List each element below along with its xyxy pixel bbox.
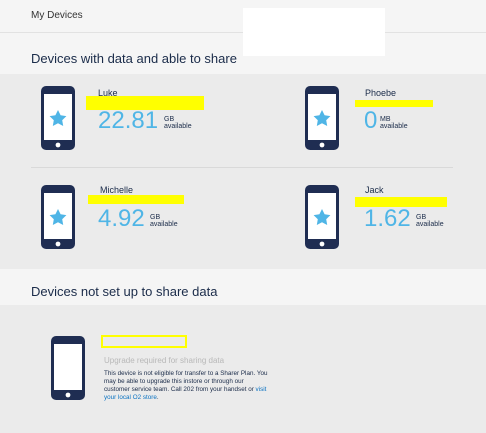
phone-icon: [305, 86, 339, 150]
data-unit: GB available: [416, 214, 444, 228]
name-highlight: [355, 100, 433, 107]
breadcrumb[interactable]: My Devices: [31, 10, 83, 21]
data-amount: 1.62: [364, 205, 411, 232]
data-amount: 0: [364, 107, 378, 134]
divider: [31, 167, 453, 168]
redacted-area: [243, 8, 385, 56]
phone-icon: [41, 86, 75, 150]
name-highlight: [88, 195, 184, 204]
data-unit: GB available: [164, 116, 192, 130]
data-unit: GB available: [150, 214, 178, 228]
section-title-sharing: Devices with data and able to share: [31, 51, 237, 66]
device-name: Michelle: [100, 185, 134, 195]
phone-icon: [51, 336, 85, 400]
upgrade-status: Upgrade required for sharing data: [104, 356, 225, 365]
data-amount: 4.92: [98, 205, 145, 232]
section-title-not-setup: Devices not set up to share data: [31, 284, 218, 299]
upgrade-message-end: .: [156, 394, 159, 401]
name-highlight-outline: [101, 335, 187, 348]
data-unit: MB available: [380, 116, 408, 130]
upgrade-message: This device is not eligible for transfer…: [104, 370, 269, 402]
device-name: Luke: [98, 88, 118, 98]
phone-icon: [41, 185, 75, 249]
device-name: Phoebe: [365, 88, 397, 98]
upgrade-message-text: This device is not eligible for transfer…: [104, 370, 268, 393]
device-name: Jack: [365, 185, 384, 195]
phone-icon: [305, 185, 339, 249]
data-amount: 22.81: [98, 107, 159, 134]
